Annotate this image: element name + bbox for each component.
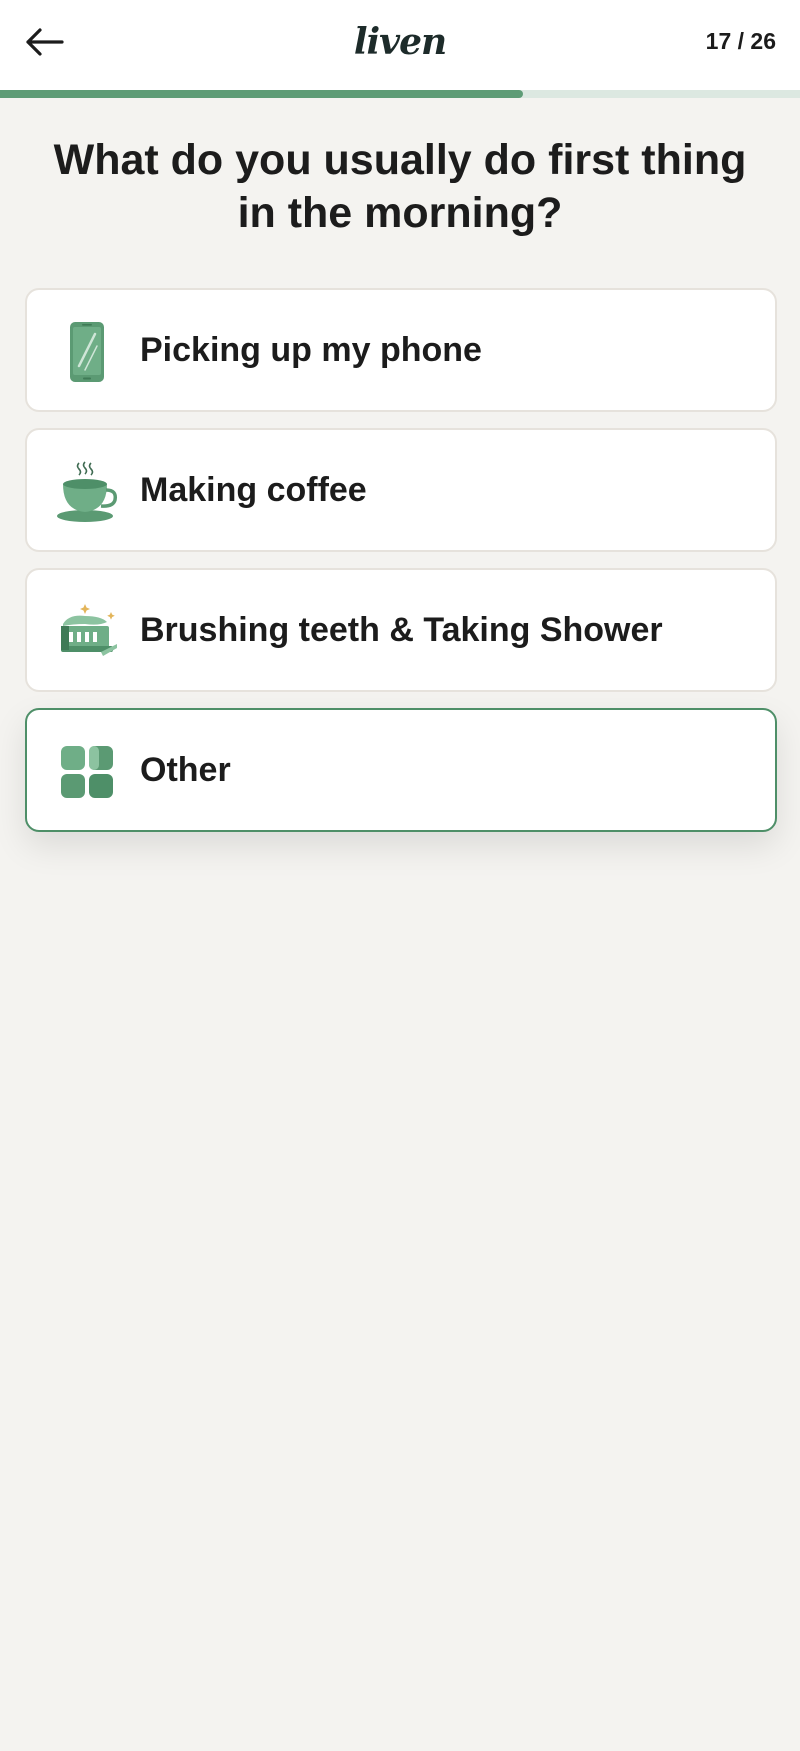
header: liven 17 / 26 xyxy=(0,0,800,90)
option-label: Picking up my phone xyxy=(140,330,482,369)
toothbrush-icon xyxy=(55,600,119,664)
grid-icon xyxy=(55,740,119,804)
option-brushing-teeth[interactable]: Brushing teeth & Taking Shower xyxy=(25,568,777,692)
arrow-left-icon xyxy=(26,28,64,56)
progress-bar xyxy=(0,90,800,98)
step-counter: 17 / 26 xyxy=(705,28,776,54)
option-label: Brushing teeth & Taking Shower xyxy=(140,610,663,649)
option-other[interactable]: Other xyxy=(25,708,777,832)
coffee-cup-icon xyxy=(55,460,119,524)
question-title: What do you usually do first thing in th… xyxy=(53,136,747,237)
smartphone-icon xyxy=(55,320,119,384)
option-label: Making coffee xyxy=(140,470,367,509)
progress-bar-fill xyxy=(0,90,524,98)
option-picking-up-phone[interactable]: Picking up my phone xyxy=(25,288,777,412)
option-label: Other xyxy=(140,750,231,789)
back-button[interactable] xyxy=(22,22,66,62)
option-making-coffee[interactable]: Making coffee xyxy=(25,428,777,552)
logo: liven xyxy=(353,21,447,63)
options-list: Picking up my phone Making coffee Brushi… xyxy=(25,288,777,848)
